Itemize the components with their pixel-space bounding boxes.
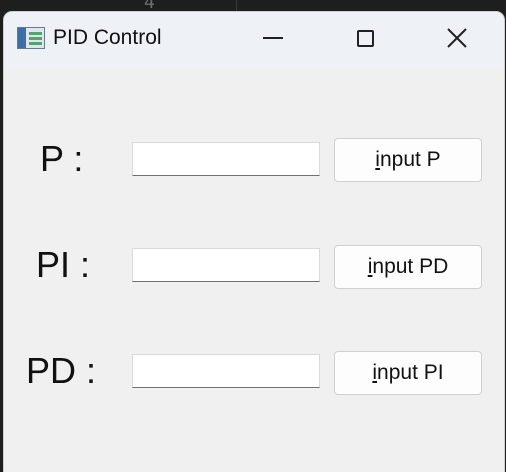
close-button[interactable]	[434, 20, 480, 56]
input-pd-button-label: nput PD	[372, 255, 449, 278]
window-title: PID Control	[53, 26, 162, 49]
input-pi-button[interactable]: i nput PI	[334, 351, 482, 395]
client-area: P : i nput P PI : i nput PD PD : i nput PI	[4, 68, 504, 472]
close-icon	[447, 28, 467, 48]
input-p-button[interactable]: i nput P	[334, 138, 482, 182]
background-divider	[236, 0, 237, 12]
app-window-icon	[17, 27, 45, 49]
pi-input[interactable]	[132, 248, 320, 282]
pd-label: PD :	[26, 350, 97, 391]
input-pd-button[interactable]: i nput PD	[334, 245, 482, 289]
maximize-button[interactable]	[342, 20, 388, 56]
pi-label: PI :	[36, 244, 91, 285]
minimize-button[interactable]	[250, 20, 296, 56]
pd-input[interactable]	[132, 354, 320, 388]
p-input[interactable]	[132, 142, 320, 176]
input-p-button-label: nput P	[379, 148, 441, 171]
input-pi-button-label: nput PI	[377, 361, 444, 384]
title-bar[interactable]: PID Control	[4, 12, 504, 68]
maximize-icon	[356, 29, 374, 47]
pid-control-window: PID Control P : i nput P PI : i nput PD PD…	[4, 12, 504, 472]
p-label: P :	[40, 138, 84, 179]
minimize-icon	[263, 37, 283, 39]
